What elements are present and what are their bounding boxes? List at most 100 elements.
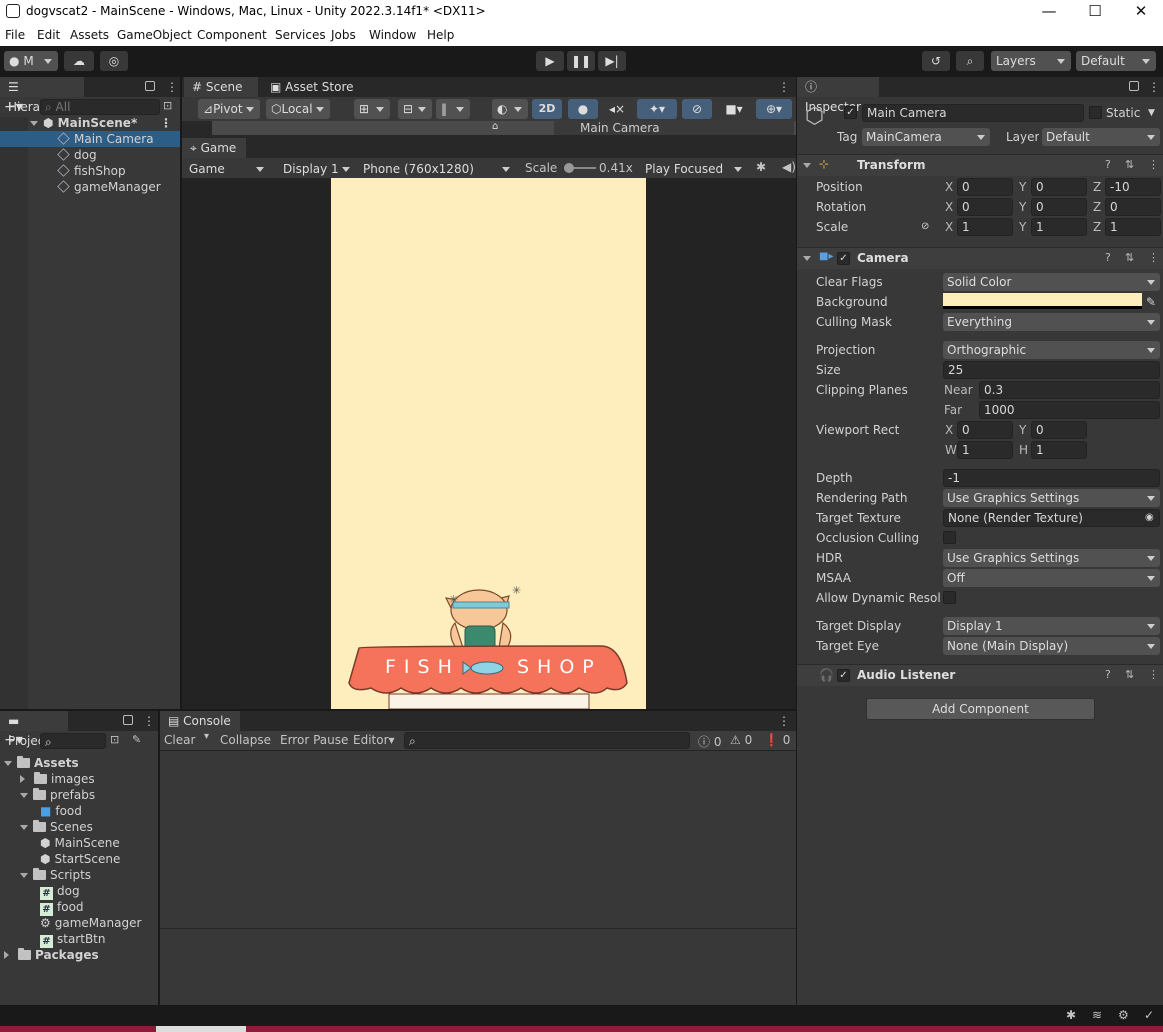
gizmos-dropdown[interactable]: ⊕▾ [756,99,792,119]
audio-toggle[interactable]: ◂× [602,99,632,119]
projection-dropdown[interactable]: Orthographic [943,341,1160,359]
menu-file[interactable]: File [5,28,25,42]
filter-label-icon[interactable]: ✎ [132,733,141,746]
rotation-z-input[interactable]: 0 [1105,198,1161,216]
display-dropdown[interactable]: Display 1 [278,159,356,179]
foldout-icon[interactable] [803,163,811,168]
target-display-dropdown[interactable]: Display 1 [943,617,1160,635]
expand-arrow-icon[interactable] [30,121,38,130]
debug-icon[interactable]: ✱ [1066,1008,1076,1022]
hdr-dropdown[interactable]: Use Graphics Settings [943,549,1160,567]
target-eye-dropdown[interactable]: None (Main Display) [943,637,1160,655]
project-item-mainscene[interactable]: ⬢ MainScene [40,835,120,851]
console-divider[interactable] [160,928,796,929]
filter-type-icon[interactable]: ⊡ [110,733,119,746]
cloud-button[interactable]: ☁ [64,51,94,71]
object-picker-icon[interactable]: ◉ [1145,509,1154,527]
active-checkbox[interactable]: ✓ [844,106,857,119]
scene-kebab-icon[interactable]: ⋮ [778,80,790,94]
expand-arrow-icon[interactable] [20,775,29,783]
game-viewport[interactable]: ✳ ✳ FISH SHOP [182,178,796,710]
expand-arrow-icon[interactable] [4,951,13,959]
project-item-gamemanager[interactable]: ⚙ gameManager [40,915,141,931]
check-icon[interactable]: ✓ [1144,1008,1154,1022]
viewport-w-input[interactable]: 1 [957,441,1013,459]
project-item-prefabs[interactable]: prefabs [20,787,95,803]
project-item-scripts[interactable]: Scripts [20,867,91,883]
step-button[interactable]: ▶| [598,51,626,71]
preset-icon[interactable]: ⇅ [1125,158,1134,171]
viewport-h-input[interactable]: 1 [1031,441,1087,459]
project-item-scenes[interactable]: Scenes [20,819,93,835]
clear-options-dropdown[interactable]: ▾ [204,731,209,742]
error-pause-button[interactable]: Error Pause [280,733,348,747]
speaker-icon[interactable]: ◀) [782,160,796,174]
scale-slider[interactable] [564,163,596,173]
project-item-packages[interactable]: Packages [4,947,99,963]
msaa-dropdown[interactable]: Off [943,569,1160,587]
project-search-input[interactable]: ⌕ [40,733,106,749]
far-input[interactable]: 1000 [979,401,1160,419]
tab-asset-store[interactable]: ▣ Asset Store [262,77,362,97]
gear-icon[interactable]: ⚙ [1118,1008,1129,1022]
create-add-button[interactable]: +▾ [4,732,23,748]
component-menu-icon[interactable]: ⋮ [1148,668,1159,681]
scene-root[interactable]: ⬢ MainScene* ⋮ [30,115,180,131]
layers-dropdown[interactable]: Layers [991,51,1071,71]
pause-button[interactable]: ❚❚ [567,51,595,71]
editor-dropdown[interactable]: Editor▾ [353,733,395,747]
background-color-swatch[interactable] [943,293,1142,309]
console-search-input[interactable]: ⌕ [404,732,690,749]
camera-enabled-checkbox[interactable]: ✓ [837,252,850,265]
kebab-menu-icon[interactable]: ⋮ [778,714,790,728]
minimize-button[interactable]: — [1026,0,1072,24]
maximize-button[interactable]: ☐ [1072,0,1118,24]
expand-arrow-icon[interactable] [20,825,28,834]
scene-kebab-icon[interactable]: ⋮ [160,115,172,131]
clear-button[interactable]: Clear [164,733,195,747]
bug-icon[interactable]: ✱ [756,160,766,174]
add-component-button[interactable]: Add Component [866,698,1095,720]
help-icon[interactable]: ? [1105,668,1111,681]
size-input[interactable]: 25 [943,361,1160,379]
hierarchy-item-dog[interactable]: dog [57,147,97,163]
create-add-button[interactable]: +▾ [4,99,23,115]
snap-dropdown[interactable]: ⊟ [398,99,432,119]
scene-view-strip[interactable]: ⌂ Main Camera [212,121,796,135]
static-checkbox[interactable] [1089,106,1102,119]
rendering-path-dropdown[interactable]: Use Graphics Settings [943,489,1160,507]
expand-arrow-icon[interactable] [4,761,12,770]
tab-inspector[interactable]: ⓘ Inspector [797,77,879,114]
target-texture-field[interactable]: None (Render Texture) [943,509,1160,527]
link-icon[interactable]: ⊘ [921,218,929,236]
position-x-input[interactable]: 0 [957,178,1013,196]
kebab-menu-icon[interactable]: ⋮ [166,80,178,94]
resolution-dropdown[interactable]: Phone (760x1280) [358,159,516,179]
scale-y-input[interactable]: 1 [1031,218,1087,236]
play-button[interactable]: ▶ [536,51,564,71]
clear-flags-dropdown[interactable]: Solid Color [943,273,1160,291]
lock-icon[interactable] [145,81,155,91]
help-icon[interactable]: ? [1105,158,1111,171]
project-item-startscene[interactable]: ⬢ StartScene [40,851,120,867]
culling-mask-dropdown[interactable]: Everything [943,313,1160,331]
position-z-input[interactable]: -10 [1105,178,1161,196]
eyedropper-icon[interactable]: ✎ [1146,293,1156,311]
collapse-button[interactable]: Collapse [220,733,271,747]
error-count[interactable]: ❗ 0 [764,733,790,747]
tab-hierarchy[interactable]: ☰ Hierarchy [0,77,84,114]
component-menu-icon[interactable]: ⋮ [1148,158,1159,171]
layer-dropdown[interactable]: Default [1042,128,1160,146]
pivot-dropdown[interactable]: ⊿Pivot [198,99,260,119]
audio-listener-header[interactable]: 🎧 ✓ Audio Listener ? ⇅ ⋮ [797,664,1163,686]
help-icon[interactable]: ? [1105,251,1111,264]
depth-input[interactable]: -1 [943,469,1160,487]
expand-arrow-icon[interactable] [20,873,28,882]
viewport-x-input[interactable]: 0 [957,421,1013,439]
warning-count[interactable]: ⚠ 0 [730,733,752,747]
project-item-startbtn[interactable]: # startBtn [40,931,106,948]
transform-header[interactable]: ⊹ Transform ? ⇅ ⋮ [797,154,1163,176]
audio-listener-checkbox[interactable]: ✓ [837,669,850,682]
static-dropdown-icon[interactable]: ▼ [1148,104,1155,122]
menu-services[interactable]: Services [275,28,326,42]
